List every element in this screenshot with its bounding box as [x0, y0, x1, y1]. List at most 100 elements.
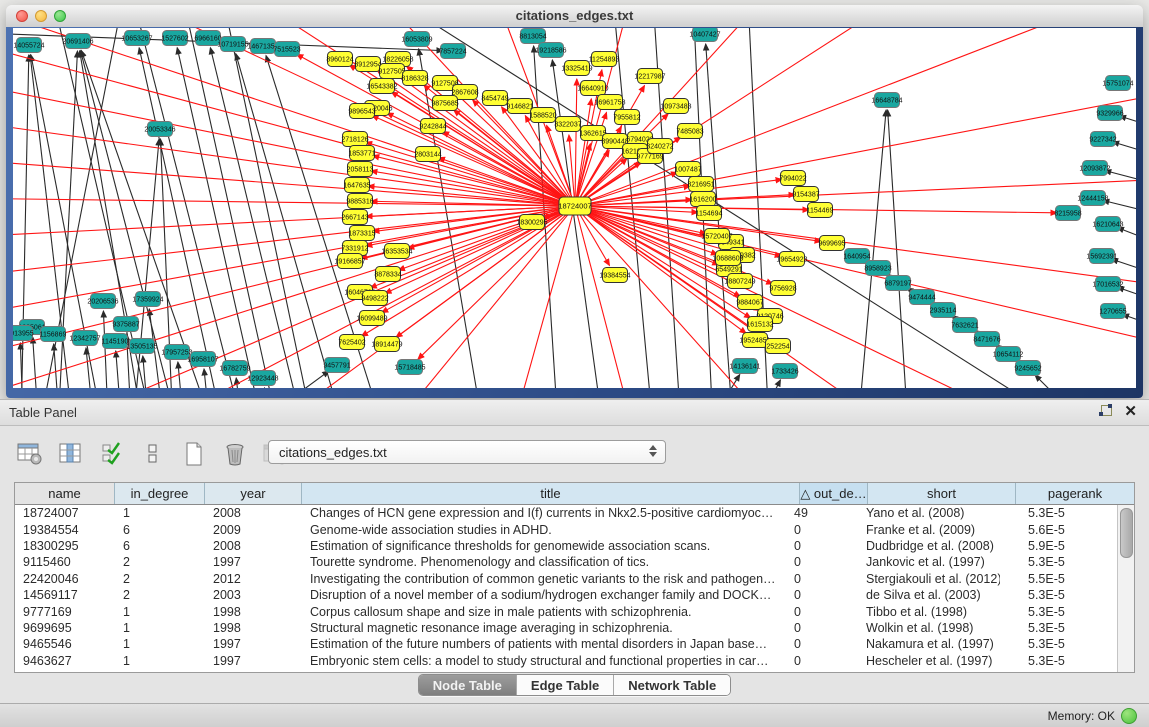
select-rows-icon[interactable] — [98, 441, 126, 467]
network-node[interactable]: 9884067 — [736, 295, 763, 310]
network-node[interactable]: 10688609 — [712, 251, 743, 266]
network-node[interactable]: 7515523 — [273, 42, 300, 57]
table-row[interactable]: 2242004622012Investigating the contribut… — [15, 571, 1118, 587]
network-canvas-area[interactable]: 1405572420691406106532671527602696616010… — [13, 28, 1136, 388]
network-node[interactable]: 252254 — [766, 339, 791, 354]
network-node[interactable]: 10719155 — [217, 37, 248, 52]
close-panel-icon[interactable]: ✕ — [1124, 405, 1137, 418]
network-node[interactable]: 17016532 — [1092, 277, 1123, 292]
network-node[interactable]: 1853771 — [348, 146, 375, 161]
network-node[interactable]: 9699695 — [818, 236, 845, 251]
network-node[interactable]: 7857224 — [439, 44, 466, 59]
network-node[interactable]: 8322037 — [554, 117, 581, 132]
network-node[interactable]: 9457791 — [323, 358, 350, 373]
column-header-name[interactable]: name — [15, 483, 115, 504]
table-row[interactable]: 1456911722003Disruption of a novel membe… — [15, 587, 1118, 603]
network-node[interactable]: 1647635 — [343, 178, 370, 193]
tab-node-table[interactable]: Node Table — [419, 675, 517, 695]
network-node[interactable]: 1007487 — [674, 162, 701, 177]
network-node[interactable]: 2667143 — [341, 210, 368, 225]
network-node[interactable]: 10654112 — [993, 347, 1024, 362]
network-node[interactable]: 20053346 — [144, 122, 175, 137]
network-node[interactable]: 9896543 — [348, 104, 375, 119]
network-node[interactable]: 2935114 — [930, 303, 957, 318]
network-node[interactable]: 8454749 — [481, 91, 508, 106]
network-node[interactable]: 7994022 — [779, 171, 806, 186]
table-options-icon[interactable] — [16, 441, 44, 467]
table-selector[interactable]: citations_edges.txt — [268, 440, 666, 464]
window-titlebar[interactable]: citations_edges.txt — [6, 5, 1143, 28]
network-node[interactable]: 8471676 — [973, 332, 1000, 347]
table-row[interactable]: 1830029562008Estimation of significance … — [15, 538, 1118, 554]
network-node[interactable]: 16353534 — [381, 244, 412, 259]
network-node[interactable]: 9474444 — [908, 290, 935, 305]
network-node[interactable]: 2058113 — [347, 162, 374, 177]
network-node[interactable]: 8960124 — [326, 52, 353, 67]
network-node[interactable]: 18724007 — [558, 197, 591, 215]
network-node[interactable]: 7485083 — [676, 124, 703, 139]
network-node[interactable]: 9245652 — [1014, 361, 1041, 376]
network-node[interactable]: 16210643 — [1092, 217, 1123, 232]
column-header-title[interactable]: title — [302, 483, 800, 504]
network-node[interactable]: 10653267 — [121, 31, 152, 46]
network-node[interactable]: 2718126 — [341, 132, 368, 147]
network-node[interactable]: 15720407 — [701, 229, 732, 244]
network-node[interactable]: 7955812 — [613, 110, 640, 125]
table-row[interactable]: 911546021997Tourette syndrome. Phenomeno… — [15, 554, 1118, 570]
table-row[interactable]: 969969511998Structural magnetic resonanc… — [15, 620, 1118, 636]
table-row[interactable]: 946362711997Embryonic stem cells: a mode… — [15, 653, 1118, 669]
network-node[interactable]: 9329966 — [1096, 106, 1123, 121]
scrollbar-thumb[interactable] — [1120, 508, 1133, 558]
network-node[interactable]: 8813054 — [519, 29, 546, 44]
network-node[interactable]: 17359924 — [132, 292, 163, 307]
network-node[interactable]: 9154387 — [792, 187, 819, 202]
network-node[interactable]: 16053809 — [401, 32, 432, 47]
network-node[interactable]: 15718485 — [394, 360, 425, 375]
table-row[interactable]: 977716911998Corpus callosum shape and si… — [15, 603, 1118, 619]
network-node[interactable]: 6879197 — [884, 276, 911, 291]
network-node[interactable]: 1156869 — [40, 327, 67, 342]
network-node[interactable]: 16958107 — [187, 352, 218, 367]
network-node[interactable]: 1616200 — [689, 192, 716, 207]
network-node[interactable]: 7632621 — [951, 318, 978, 333]
network-node[interactable]: 11254893 — [589, 52, 620, 67]
network-node[interactable]: 1615132 — [746, 317, 773, 332]
network-node[interactable]: 14055724 — [13, 38, 44, 53]
network-node[interactable]: 15692391 — [1086, 249, 1117, 264]
network-node[interactable]: 3240272 — [646, 139, 673, 154]
network-node[interactable]: 12342757 — [69, 331, 100, 346]
network-node[interactable]: 16648784 — [871, 93, 902, 108]
tab-network-table[interactable]: Network Table — [614, 675, 730, 695]
network-node[interactable]: 2803144 — [414, 147, 441, 162]
network-node[interactable]: 19384554 — [599, 268, 630, 283]
network-node[interactable]: 19654923 — [776, 252, 807, 267]
network-node[interactable]: 19218586 — [535, 43, 566, 58]
network-node[interactable]: 16543382 — [366, 79, 397, 94]
network-node[interactable]: 9498222 — [361, 291, 388, 306]
network-node[interactable]: 9756928 — [769, 281, 796, 296]
network-node[interactable]: 12923448 — [247, 371, 278, 386]
column-header-short[interactable]: short — [868, 483, 1016, 504]
network-node[interactable]: 9885316 — [346, 194, 373, 209]
network-node[interactable]: 13505135 — [126, 339, 157, 354]
network-node[interactable]: 16961758 — [594, 95, 625, 110]
network-node[interactable]: 18300295 — [516, 215, 547, 230]
network-node[interactable]: 12217987 — [634, 69, 665, 84]
network-node[interactable]: 12093872 — [1079, 161, 1110, 176]
network-node[interactable]: 18914479 — [371, 337, 402, 352]
network-node[interactable]: 15751074 — [1102, 76, 1133, 91]
column-header-out_de[interactable]: △ out_de… — [800, 483, 868, 504]
network-node[interactable]: 8216951 — [687, 177, 714, 192]
table-header-row[interactable]: namein_degreeyeartitle△ out_de…shortpage… — [15, 483, 1134, 505]
network-node[interactable]: 16099489 — [356, 311, 387, 326]
tab-edge-table[interactable]: Edge Table — [517, 675, 614, 695]
table-row[interactable]: 1938455462009Genome-wide association stu… — [15, 521, 1118, 537]
network-node[interactable]: 1588520 — [529, 108, 556, 123]
network-node[interactable]: 19166857 — [334, 254, 365, 269]
network-node[interactable]: 20206536 — [87, 294, 118, 309]
network-node[interactable]: 7625402 — [338, 335, 365, 350]
network-node[interactable]: 8186328 — [401, 71, 428, 86]
network-node[interactable]: 1145190 — [102, 334, 129, 349]
network-node[interactable]: 12444158 — [1077, 191, 1108, 206]
network-node[interactable]: 8878334 — [374, 267, 401, 282]
